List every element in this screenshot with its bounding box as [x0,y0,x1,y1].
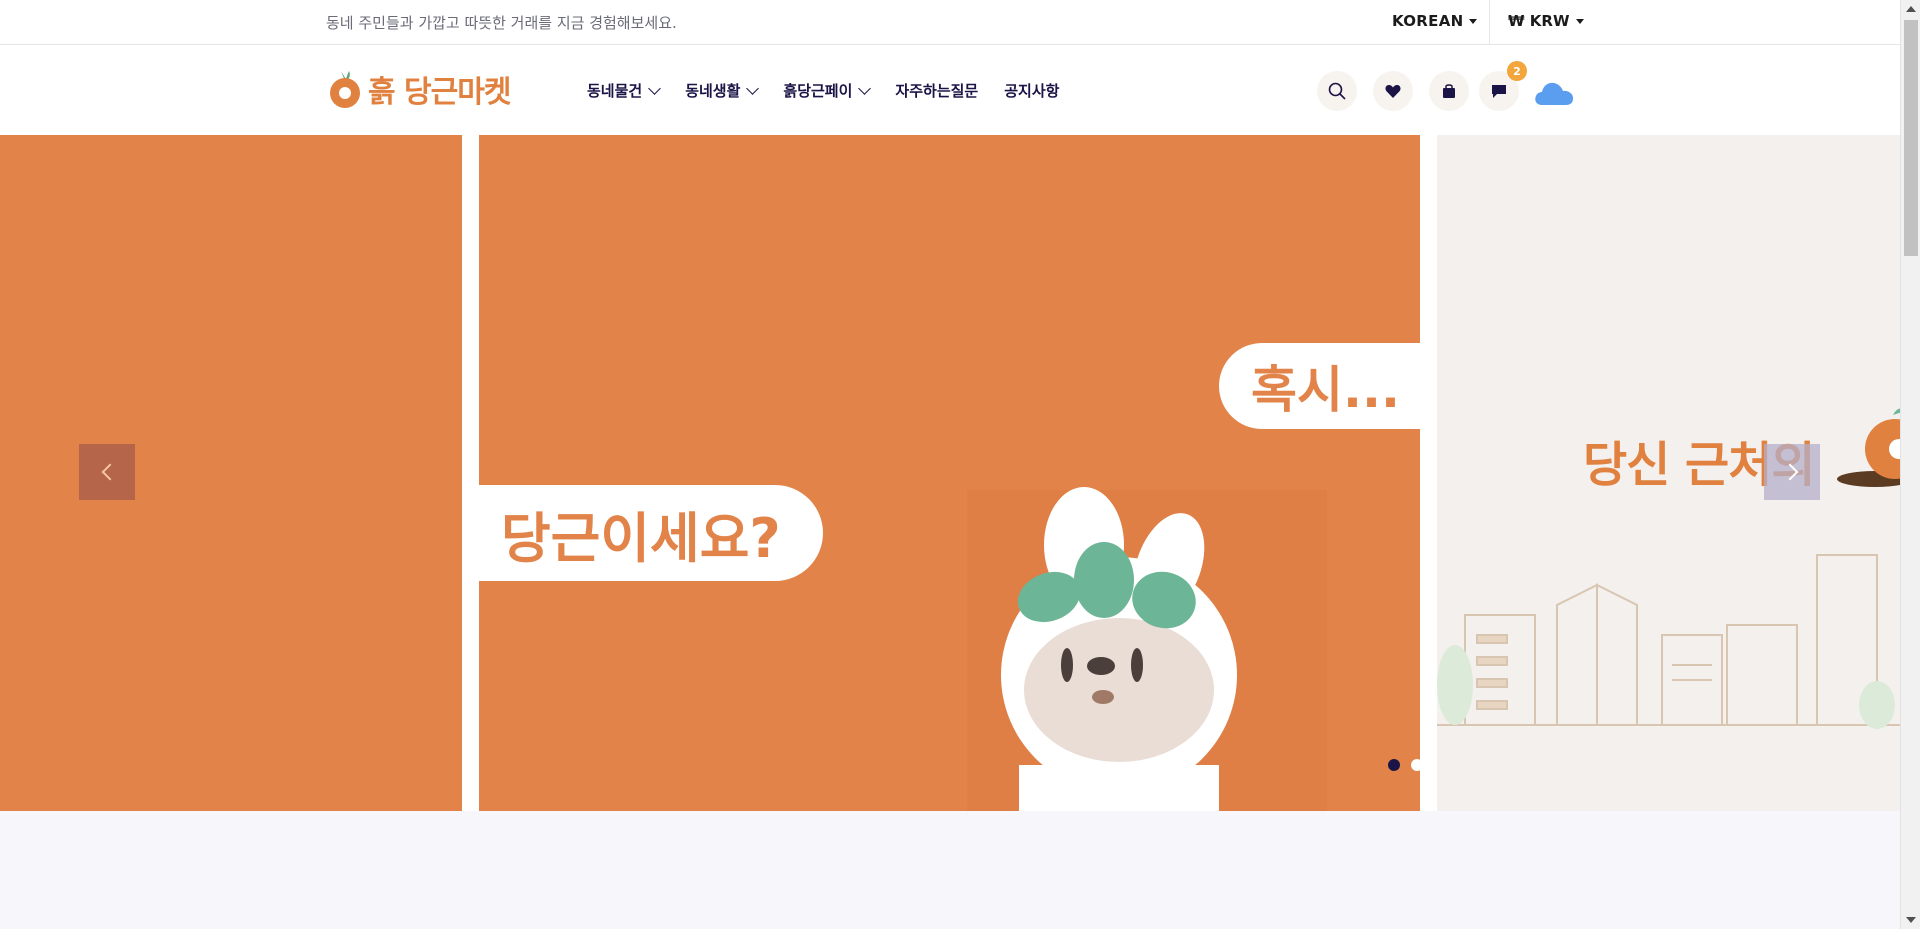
nav-label: 흙당근페이 [783,82,853,100]
nav-item-carrot-pay[interactable]: 흙당근페이 [783,80,872,101]
carousel-prev-button[interactable] [79,444,135,500]
carrot-logo-icon [330,71,360,108]
carrot-mascot-peek-illustration [1837,408,1900,487]
weather-button[interactable] [1533,78,1575,110]
chat-count-badge: 2 [1507,61,1527,81]
logo-text: 흙 당근마켓 [368,75,511,110]
nav-item-neighborhood-goods[interactable]: 동네물건 [587,80,662,101]
main-header: 흙 당근마켓 동네물건 동네생활 흙당근페이 자주하는질문 공지사항 2 [0,45,1900,135]
nav-item-notice[interactable]: 공지사항 [1004,80,1059,101]
chevron-right-icon [1781,463,1798,481]
carrot-mascot-illustration [1001,487,1237,811]
top-bar: 동네 주민들과 가깝고 따뜻한 거래를 지금 경험해보세요. KOREAN ₩ … [0,0,1900,45]
carousel-dot-2[interactable] [1411,759,1420,771]
language-selector[interactable]: KOREAN [1392,12,1478,30]
speech-bubble-main: 당근이세요? [479,485,823,581]
main-nav: 동네물건 동네생활 흙당근페이 자주하는질문 공지사항 [587,80,1059,101]
currency-label: ₩ KRW [1508,12,1570,30]
speech-bubble-top: 혹시... [1219,343,1420,429]
scroll-down-arrow-icon[interactable] [1906,917,1916,923]
cloud-icon [1535,82,1574,105]
carousel-dots [1388,759,1420,771]
chevron-down-icon [648,81,662,95]
carousel-slide-active: 혹시... 당근이세요? [479,135,1420,811]
chat-button[interactable]: 2 [1479,61,1527,111]
bag-icon [1443,84,1455,98]
wishlist-button[interactable] [1373,71,1413,111]
nav-label: 공지사항 [1004,82,1060,100]
chat-icon [1492,85,1506,98]
scrollbar-thumb[interactable] [1904,20,1918,256]
nav-item-neighborhood-life[interactable]: 동네생활 [685,80,760,101]
carousel-dot-1[interactable] [1388,759,1400,771]
town-buildings-illustration [1437,554,1900,729]
site-logo[interactable]: 흙 당근마켓 [328,67,511,111]
search-button[interactable] [1317,71,1357,111]
language-label: KOREAN [1392,12,1464,30]
currency-selector[interactable]: ₩ KRW [1508,12,1584,30]
scroll-up-arrow-icon[interactable] [1906,6,1916,12]
carousel-slide-next: 당신 근처의 [1437,135,1900,811]
chevron-left-icon [101,463,118,481]
caret-down-icon [1469,19,1478,24]
carousel-next-button[interactable] [1764,444,1820,500]
page-scrollbar[interactable] [1900,0,1920,929]
tagline: 동네 주민들과 가깝고 따뜻한 거래를 지금 경험해보세요. [326,14,677,32]
nav-label: 동네물건 [587,82,643,100]
hero-carousel: 혹시... 당근이세요? 당신 근처의 [0,135,1900,811]
cart-button[interactable] [1429,71,1469,111]
chevron-down-icon [858,81,872,95]
nav-label: 동네생활 [685,82,741,100]
caret-down-icon [1575,19,1584,24]
carousel-slide-prev [0,135,462,811]
topbar-divider [1489,0,1490,45]
search-icon [1328,82,1346,100]
nav-label: 자주하는질문 [895,82,979,100]
nav-item-faq[interactable]: 자주하는질문 [895,80,978,101]
heart-icon [1385,85,1401,98]
chevron-down-icon [746,81,760,95]
